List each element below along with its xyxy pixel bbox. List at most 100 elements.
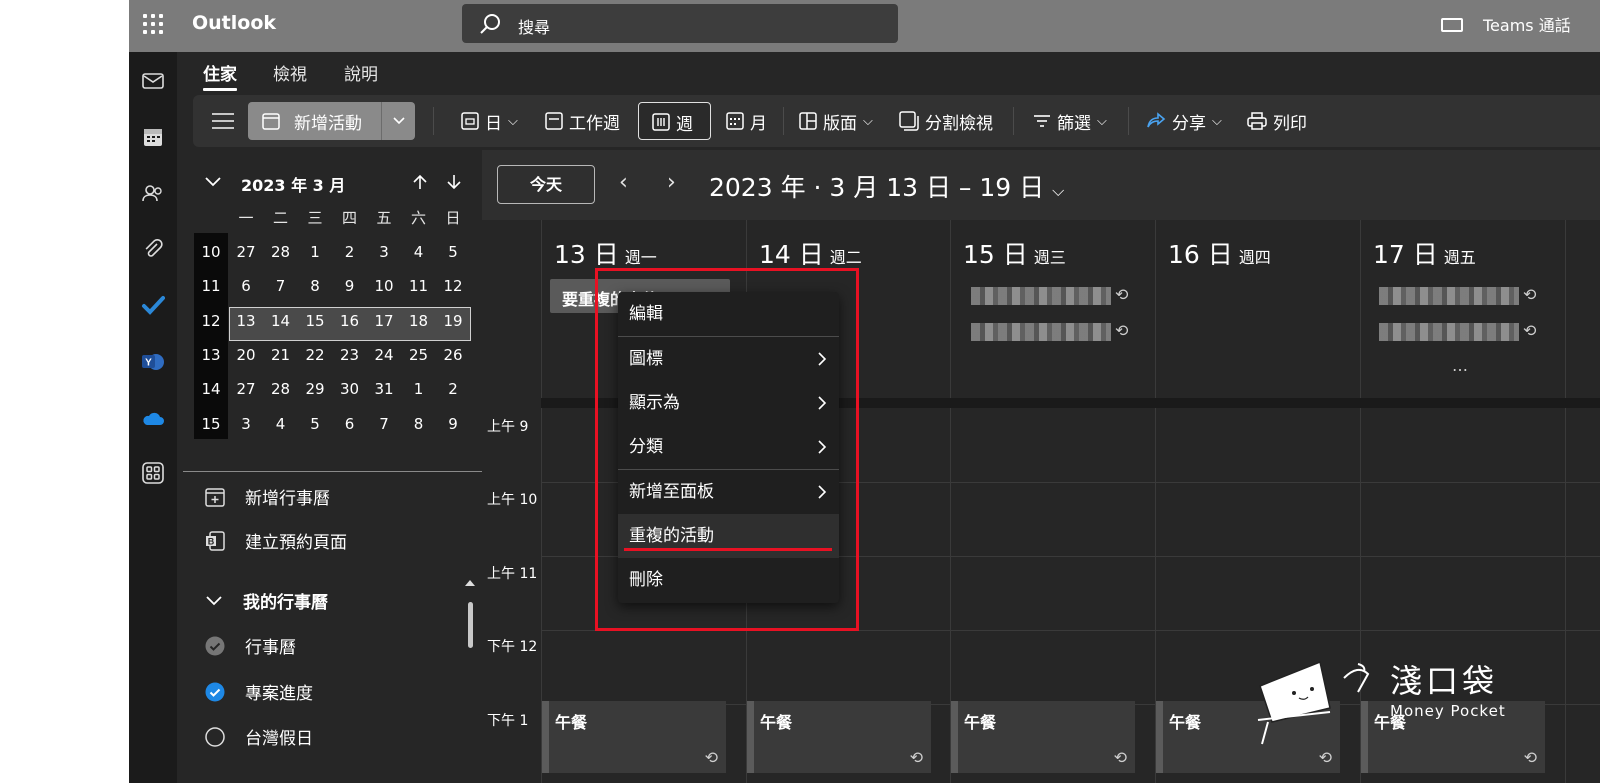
tab-help[interactable]: 說明 [344,60,378,85]
people-icon[interactable] [141,181,165,205]
tab-home[interactable]: 住家 [203,60,237,91]
mini-calendar-day[interactable]: 9 [436,415,470,433]
mini-calendar-day[interactable]: 30 [333,380,367,398]
split-view-button[interactable]: 分割檢視 [899,102,993,140]
app-launcher-icon[interactable] [143,14,163,34]
work-week-button[interactable]: 工作週 [545,102,620,140]
layout-button[interactable]: 版面 ⌵ [799,102,873,140]
mini-calendar-day[interactable]: 7 [264,277,298,295]
mini-calendar-day[interactable]: 4 [264,415,298,433]
scroll-up-arrow-icon[interactable] [464,579,476,587]
more-events-indicator[interactable]: … [1452,356,1468,375]
week-number[interactable]: 14 [194,380,228,398]
booking-page-button[interactable]: B 建立預約頁面 [205,528,347,553]
scrollbar-thumb[interactable] [468,602,473,648]
mini-calendar-day[interactable]: 25 [402,346,436,364]
calendar-icon[interactable] [141,125,165,149]
week-number[interactable]: 13 [194,346,228,364]
mini-calendar-day[interactable]: 18 [402,312,436,330]
mini-calendar-day[interactable]: 2 [333,243,367,261]
previous-week-arrow-icon[interactable]: ‹ [619,170,628,195]
print-button[interactable]: 列印 [1247,102,1307,140]
mini-calendar-day[interactable]: 5 [298,415,332,433]
mail-icon[interactable] [141,69,165,93]
mini-calendar-day[interactable]: 3 [367,243,401,261]
day-view-button[interactable]: 日 ⌵ [461,102,518,140]
onedrive-cloud-icon[interactable] [141,406,165,430]
mini-calendar-day[interactable]: 10 [367,277,401,295]
lunch-event[interactable]: 午餐 ⟲ [951,701,1135,773]
blurred-event[interactable] [971,323,1111,341]
new-event-button[interactable]: 新增活動 [248,102,381,140]
more-apps-icon[interactable] [141,461,165,485]
mini-calendar-day[interactable]: 6 [229,277,263,295]
mini-calendar-day[interactable]: 29 [298,380,332,398]
mini-calendar-day[interactable]: 7 [367,415,401,433]
attachment-icon[interactable] [141,238,165,262]
mini-calendar-day[interactable]: 19 [436,312,470,330]
day-header-17[interactable]: 17 日週五 [1373,235,1476,271]
todo-check-icon[interactable] [141,293,165,317]
add-calendar-button[interactable]: 新增行事曆 [205,484,330,509]
collapse-chevron-icon[interactable] [205,177,221,187]
mini-calendar-day[interactable]: 5 [436,243,470,261]
week-number[interactable]: 10 [194,243,228,261]
week-number[interactable]: 15 [194,415,228,433]
mini-calendar-day[interactable]: 27 [229,380,263,398]
mini-calendar-day[interactable]: 1 [298,243,332,261]
mini-calendar-day[interactable]: 6 [333,415,367,433]
month-view-button[interactable]: 月 [726,102,767,140]
mini-calendar-day[interactable]: 28 [264,243,298,261]
mini-calendar-day[interactable]: 2 [436,380,470,398]
search-box[interactable]: 搜尋 [462,4,898,43]
share-button[interactable]: 分享 ⌵ [1146,102,1222,140]
next-week-arrow-icon[interactable]: › [667,170,676,195]
day-header-13[interactable]: 13 日週一 [554,235,657,271]
mini-calendar-title[interactable]: 2023 年 3 月 [241,172,345,196]
week-view-button[interactable]: 週 [638,102,711,140]
mini-calendar-day[interactable]: 26 [436,346,470,364]
day-header-14[interactable]: 14 日週二 [759,235,862,271]
blurred-event[interactable] [971,287,1111,305]
filter-button[interactable]: 篩選 ⌵ [1033,102,1107,140]
mini-calendar-day[interactable]: 1 [402,380,436,398]
mini-calendar-day[interactable]: 3 [229,415,263,433]
hamburger-menu-icon[interactable] [212,112,234,130]
mini-calendar-day[interactable]: 15 [298,312,332,330]
mini-calendar-day[interactable]: 9 [333,277,367,295]
blurred-event[interactable] [1379,323,1519,341]
mini-calendar-day[interactable]: 24 [367,346,401,364]
week-number[interactable]: 11 [194,277,228,295]
yammer-icon[interactable]: Y [141,350,165,374]
mini-calendar-day[interactable]: 8 [402,415,436,433]
mini-calendar-day[interactable]: 28 [264,380,298,398]
mini-calendar-day[interactable]: 13 [229,312,263,330]
lunch-event[interactable]: 午餐 ⟲ [542,701,726,773]
mini-calendar-day[interactable]: 31 [367,380,401,398]
mini-calendar-day[interactable]: 14 [264,312,298,330]
lunch-event[interactable]: 午餐 ⟲ [747,701,931,773]
mini-calendar-day[interactable]: 22 [298,346,332,364]
mini-calendar-day[interactable]: 4 [402,243,436,261]
day-header-16[interactable]: 16 日週四 [1168,235,1271,271]
mini-calendar-day[interactable]: 21 [264,346,298,364]
mini-calendar-day[interactable]: 8 [298,277,332,295]
today-button[interactable]: 今天 [497,165,595,204]
mini-calendar-day[interactable]: 20 [229,346,263,364]
tab-view[interactable]: 檢視 [273,60,307,85]
date-range-title[interactable]: 2023 年 · 3 月 13 日 – 19 日 ⌵ [709,168,1064,204]
mini-calendar-day[interactable]: 27 [229,243,263,261]
calendar-item-project[interactable]: 專案進度 [205,679,313,704]
new-event-dropdown[interactable] [381,102,415,140]
my-calendars-header[interactable]: 我的行事曆 [205,588,328,613]
mini-calendar-day[interactable]: 17 [367,312,401,330]
calendar-item-calendar[interactable]: 行事曆 [205,633,296,658]
next-month-arrow-icon[interactable] [447,174,461,190]
mini-calendar-day[interactable]: 23 [333,346,367,364]
teams-call-button[interactable]: Teams 通話 [1441,12,1571,36]
day-header-15[interactable]: 15 日週三 [963,235,1066,271]
mini-calendar-day[interactable]: 11 [402,277,436,295]
blurred-event[interactable] [1379,287,1519,305]
mini-calendar-day[interactable]: 16 [333,312,367,330]
calendar-item-holidays[interactable]: 台灣假日 [205,724,313,749]
